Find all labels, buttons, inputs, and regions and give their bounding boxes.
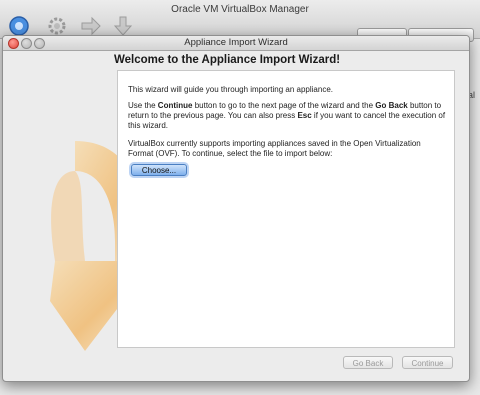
nav-text-1: Use the bbox=[128, 101, 158, 110]
settings-gear-icon[interactable] bbox=[46, 15, 68, 37]
ovf-info-paragraph: VirtualBox currently supports importing … bbox=[128, 139, 421, 158]
wizard-window-title: Appliance Import Wizard bbox=[184, 37, 288, 48]
manager-titlebar: Oracle VM VirtualBox Manager bbox=[0, 0, 480, 42]
wizard-content-panel: This wizard will guide you through impor… bbox=[117, 70, 455, 348]
appliance-import-wizard: Appliance Import Wizard Welcome to the A… bbox=[2, 35, 470, 382]
manager-title: Oracle VM VirtualBox Manager bbox=[171, 4, 309, 15]
wizard-heading: Welcome to the Appliance Import Wizard! bbox=[114, 54, 341, 66]
choose-file-button[interactable]: Choose... bbox=[131, 164, 187, 176]
discard-arrow-icon[interactable] bbox=[112, 15, 134, 37]
nav-goback-keyword: Go Back bbox=[375, 101, 408, 110]
nav-text-2: button to go to the next page of the wiz… bbox=[192, 101, 376, 110]
navigation-help-paragraph: Use the Continue button to go to the nex… bbox=[128, 101, 446, 131]
new-machine-icon[interactable] bbox=[8, 15, 30, 37]
nav-esc-keyword: Esc bbox=[297, 111, 312, 120]
go-back-button[interactable]: Go Back bbox=[343, 356, 393, 369]
continue-button[interactable]: Continue bbox=[402, 356, 453, 369]
start-arrow-icon[interactable] bbox=[80, 15, 102, 37]
wizard-titlebar: Appliance Import Wizard bbox=[3, 36, 469, 51]
nav-continue-keyword: Continue bbox=[157, 101, 193, 110]
intro-paragraph: This wizard will guide you through impor… bbox=[128, 85, 333, 94]
